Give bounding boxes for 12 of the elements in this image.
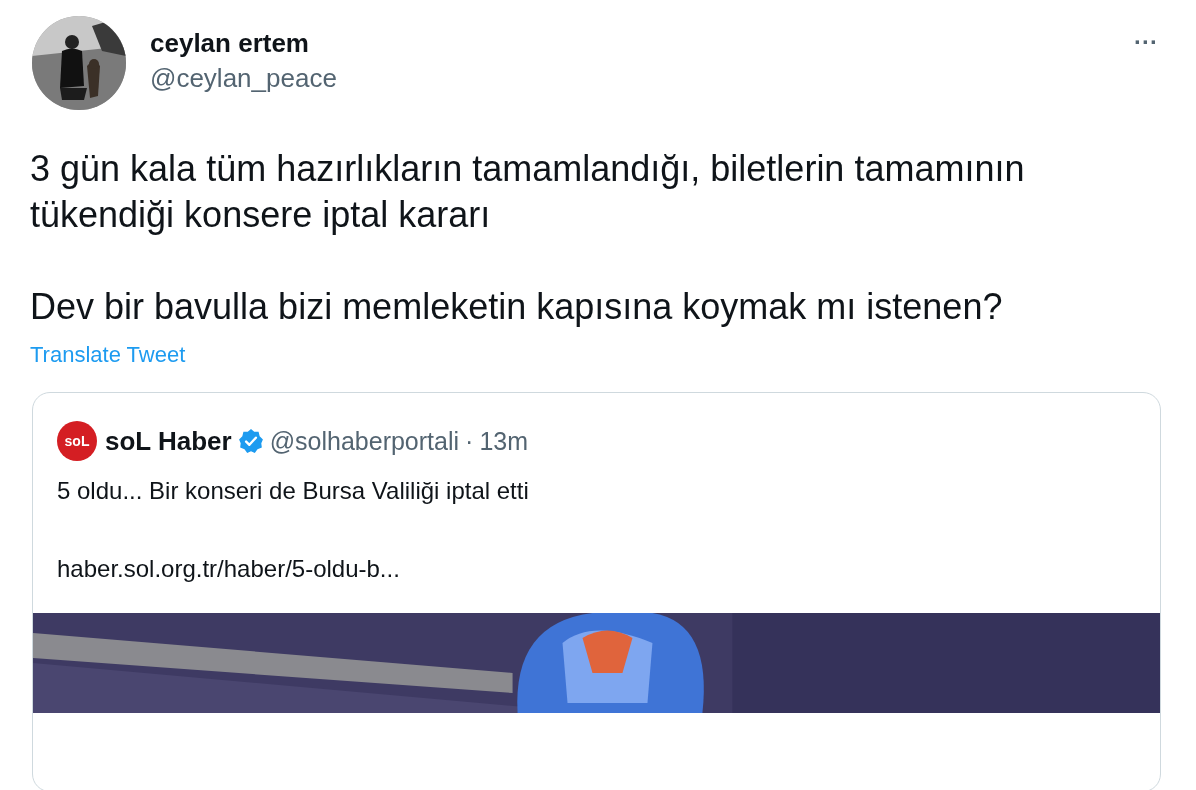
author-name[interactable]: ceylan ertem [150, 28, 337, 59]
separator-dot: · [465, 426, 474, 456]
tweet-time: 13m [479, 426, 529, 456]
quoted-text: 5 oldu... Bir konseri de Bursa Valiliği iptal etti [57, 477, 530, 505]
author-handle[interactable]: @ceylan_peace [150, 63, 337, 94]
tweet-text: 3 gün kala tüm hazırlıkların tamamlandığı, biletlerin tamamının tükendiği konsere iptal kararı [30, 147, 1026, 237]
source-logo: soL [57, 421, 97, 461]
source-name: soL Haber [105, 425, 232, 457]
tweet-text: Dev bir bavulla bizi memleketin kapısına koymak mı istenen? [30, 285, 1004, 329]
source-handle: @solhaberportali [269, 426, 460, 456]
article-link[interactable]: haber.sol.org.tr/haber/5-oldu-b... [57, 555, 1136, 583]
more-button[interactable]: ··· [1134, 28, 1158, 56]
